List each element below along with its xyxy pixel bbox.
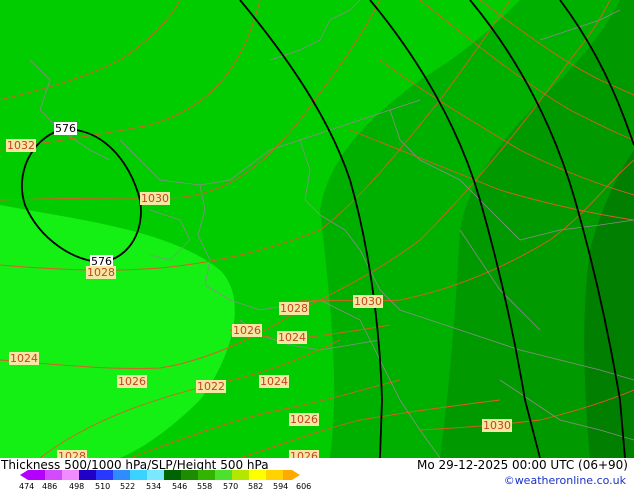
footer: Thickness 500/1000 hPa/SLP/Height 500 hP… [0, 458, 634, 491]
pressure-label: 1024 [9, 352, 39, 365]
legend-swatch [147, 470, 164, 480]
legend-swatch [79, 470, 96, 480]
legend-arrow-left [20, 470, 28, 480]
pressure-label: 1028 [57, 450, 87, 458]
map-datetime: Mo 29-12-2025 00:00 UTC (06+90) [416, 458, 628, 472]
legend-swatch [113, 470, 130, 480]
legend-swatch [266, 470, 283, 480]
legend-swatch [130, 470, 147, 480]
pressure-label: 1028 [86, 266, 116, 279]
legend-swatch [215, 470, 232, 480]
pressure-label: 1026 [117, 375, 147, 388]
weather-map [0, 0, 634, 458]
pressure-label: 1026 [232, 324, 262, 337]
legend-swatch [28, 470, 45, 480]
pressure-label: 1030 [140, 192, 170, 205]
legend-swatch [164, 470, 181, 480]
legend-swatch [283, 470, 292, 480]
legend-swatch [198, 470, 215, 480]
pressure-label: 1022 [196, 380, 226, 393]
legend-swatch [249, 470, 266, 480]
legend-swatch [232, 470, 249, 480]
pressure-label: 1030 [353, 295, 383, 308]
legend-swatch [96, 470, 113, 480]
height-label: 576 [54, 122, 77, 135]
legend-swatch [181, 470, 198, 480]
legend-swatch [45, 470, 62, 480]
credit-link[interactable]: ©weatheronline.co.uk [504, 474, 626, 487]
legend-arrow-right [292, 470, 300, 480]
pressure-label: 1032 [6, 139, 36, 152]
pressure-label: 1026 [289, 413, 319, 426]
pressure-label: 1028 [279, 302, 309, 315]
pressure-label: 1024 [277, 331, 307, 344]
legend-swatch [62, 470, 79, 480]
pressure-label: 1026 [289, 450, 319, 458]
pressure-label: 1024 [259, 375, 289, 388]
pressure-label: 1030 [482, 419, 512, 432]
